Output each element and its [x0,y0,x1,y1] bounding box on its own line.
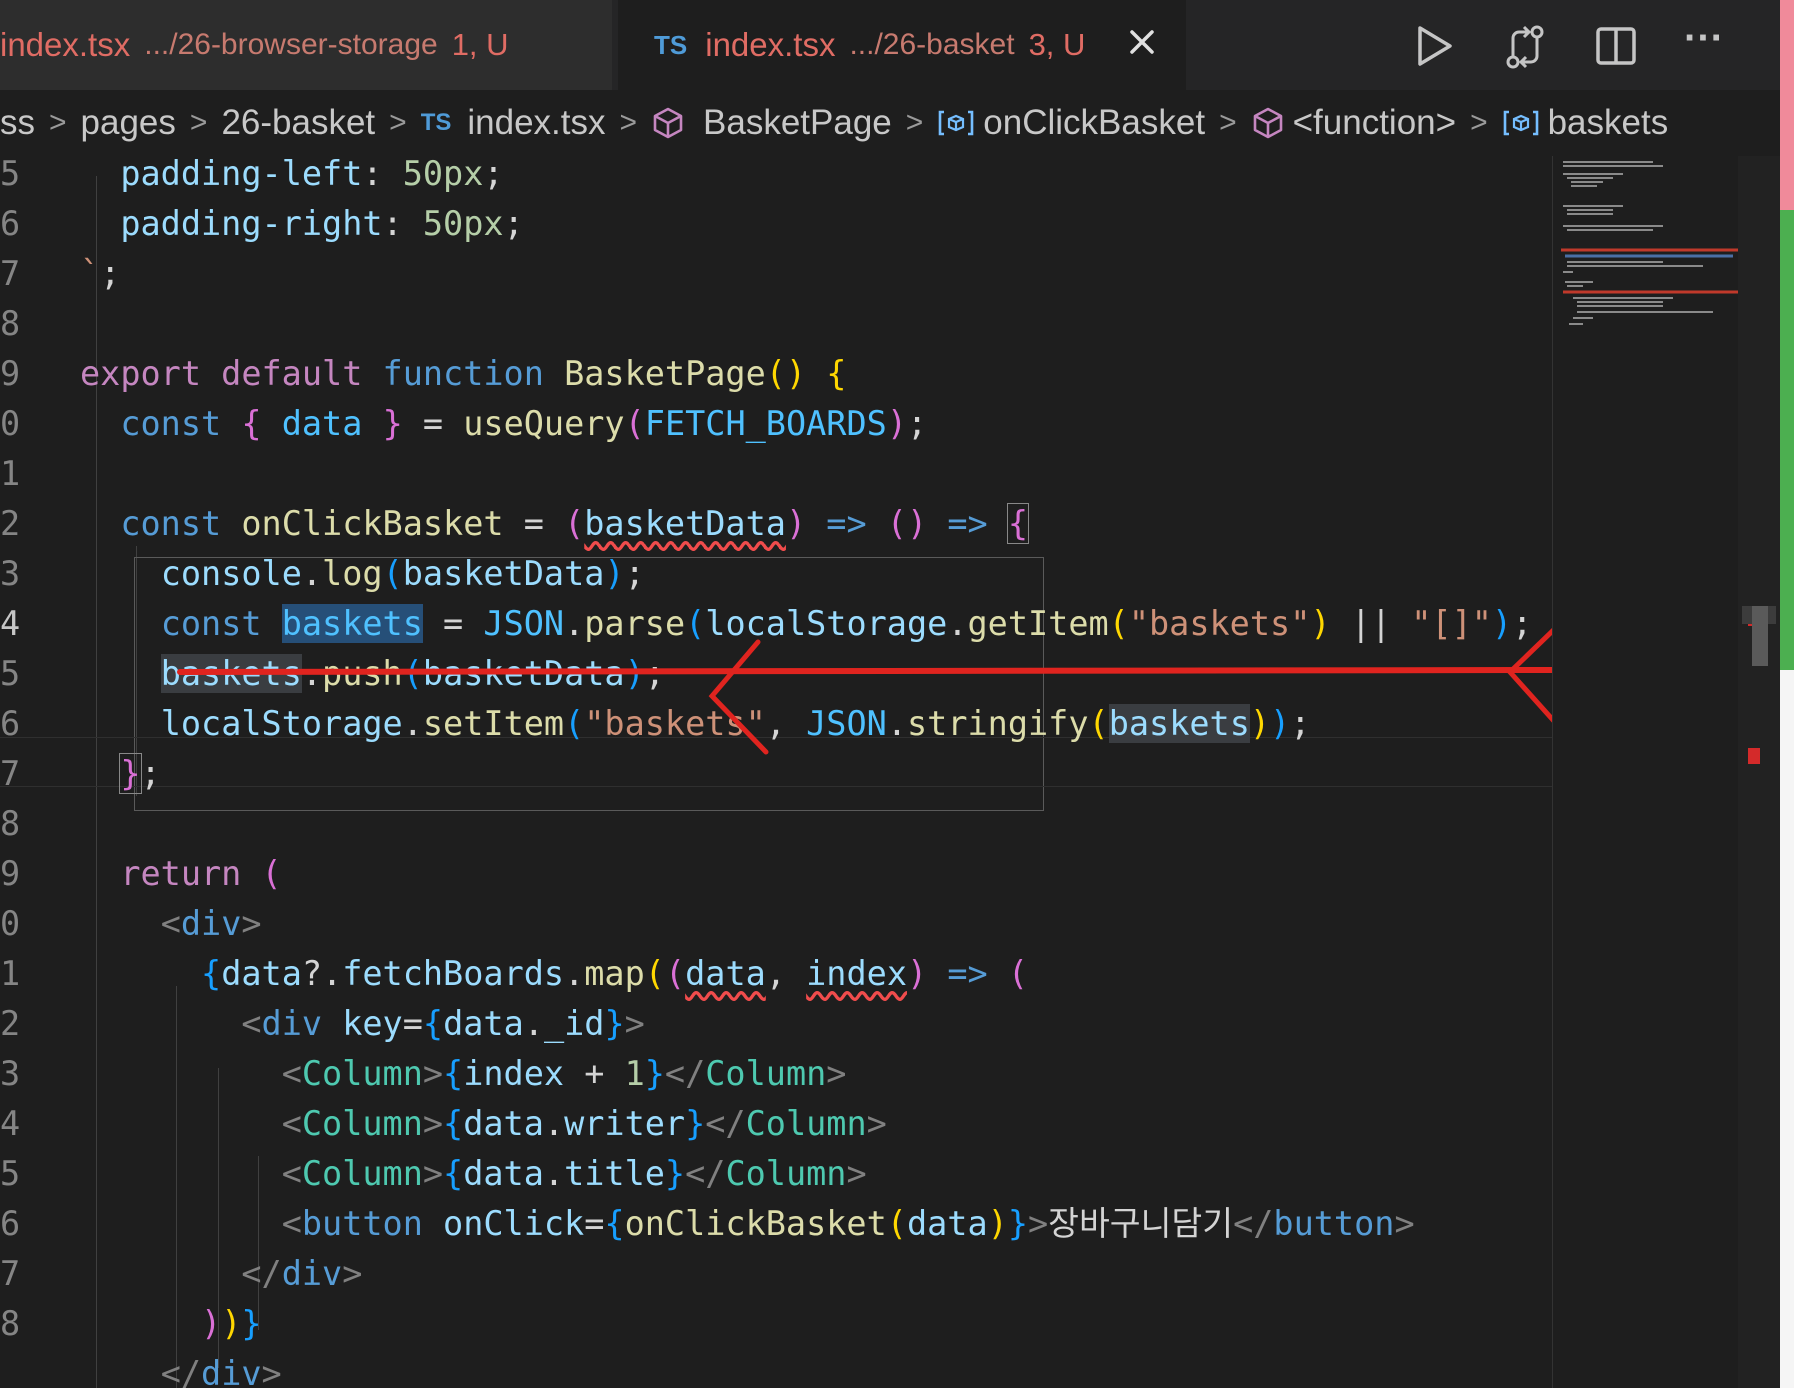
breadcrumb-label: ss [0,103,35,142]
more-actions-icon[interactable]: ··· [1684,16,1744,60]
breadcrumb-label: pages [80,103,176,142]
red-arrow-annotation [177,628,1552,755]
breadcrumb-label: 26-basket [221,103,376,142]
code-editor[interactable]: 5 padding-left: 50px; 6 padding-right: 5… [0,156,1552,1388]
tab-problem-badge: 1, U [451,27,509,62]
breadcrumb-item-folder[interactable]: 26-basket [221,103,375,143]
tab-file-path: .../26-browser-storage [144,28,438,61]
cube-icon [1253,107,1282,139]
breadcrumb-label: BasketPage [703,103,892,142]
breadcrumb-item-pages[interactable]: pages [81,103,176,143]
tab-index-basket[interactable]: TS index.tsx .../26-basket 3, U [618,0,1186,90]
typescript-icon: TS [654,29,688,60]
close-icon[interactable] [1122,22,1162,62]
vertical-scrollbar[interactable] [1738,156,1780,1388]
breadcrumb-item-handler[interactable]: onClickBasket [937,103,1205,143]
split-editor-icon[interactable] [1594,24,1638,68]
cube-icon [653,107,683,139]
tab-problem-badge: 3, U [1028,27,1086,62]
tab-file-path: .../26-basket [849,28,1015,61]
scrollbar-thumb[interactable] [1752,606,1768,666]
chevron-right-icon: > [389,106,407,139]
tab-file-name: index.tsx [705,26,836,63]
chevron-right-icon: > [1470,106,1488,139]
run-icon[interactable] [1412,24,1456,68]
breadcrumb-item-function[interactable]: <function> [1251,103,1456,143]
compare-changes-icon[interactable] [1502,24,1546,69]
chevron-right-icon: > [1219,106,1237,139]
tab-file-name: index.tsx [0,26,131,63]
breadcrumb-label: <function> [1292,103,1457,142]
variable-icon [938,110,974,136]
error-marker [1748,748,1760,764]
chevron-right-icon: > [905,106,924,139]
tab-index-browser-storage[interactable]: index.tsx .../26-browser-storage 1, U [0,0,612,90]
breadcrumb-label: index.tsx [467,103,606,142]
chevron-right-icon: > [189,106,208,139]
breadcrumb-item-component[interactable]: BasketPage [651,103,892,143]
minimap-preview [1561,161,1739,325]
breadcrumb-item[interactable]: ss [0,103,35,143]
chevron-right-icon: > [49,106,67,139]
breadcrumb-label: baskets [1547,103,1669,142]
adjacent-window-edge [1780,0,1794,1388]
breadcrumb-item-file[interactable]: TS index.tsx [421,103,606,143]
breadcrumb: ss > pages > 26-basket > TS index.tsx > B… [0,90,1780,156]
breadcrumb-item-variable[interactable]: baskets [1502,103,1669,143]
chevron-right-icon: > [619,106,638,139]
tab-bar: index.tsx .../26-browser-storage 1, U TS… [0,0,1794,90]
variable-icon [1503,110,1538,136]
minimap[interactable] [1552,156,1739,1388]
typescript-icon: TS [420,109,452,136]
breadcrumb-label: onClickBasket [983,103,1206,142]
